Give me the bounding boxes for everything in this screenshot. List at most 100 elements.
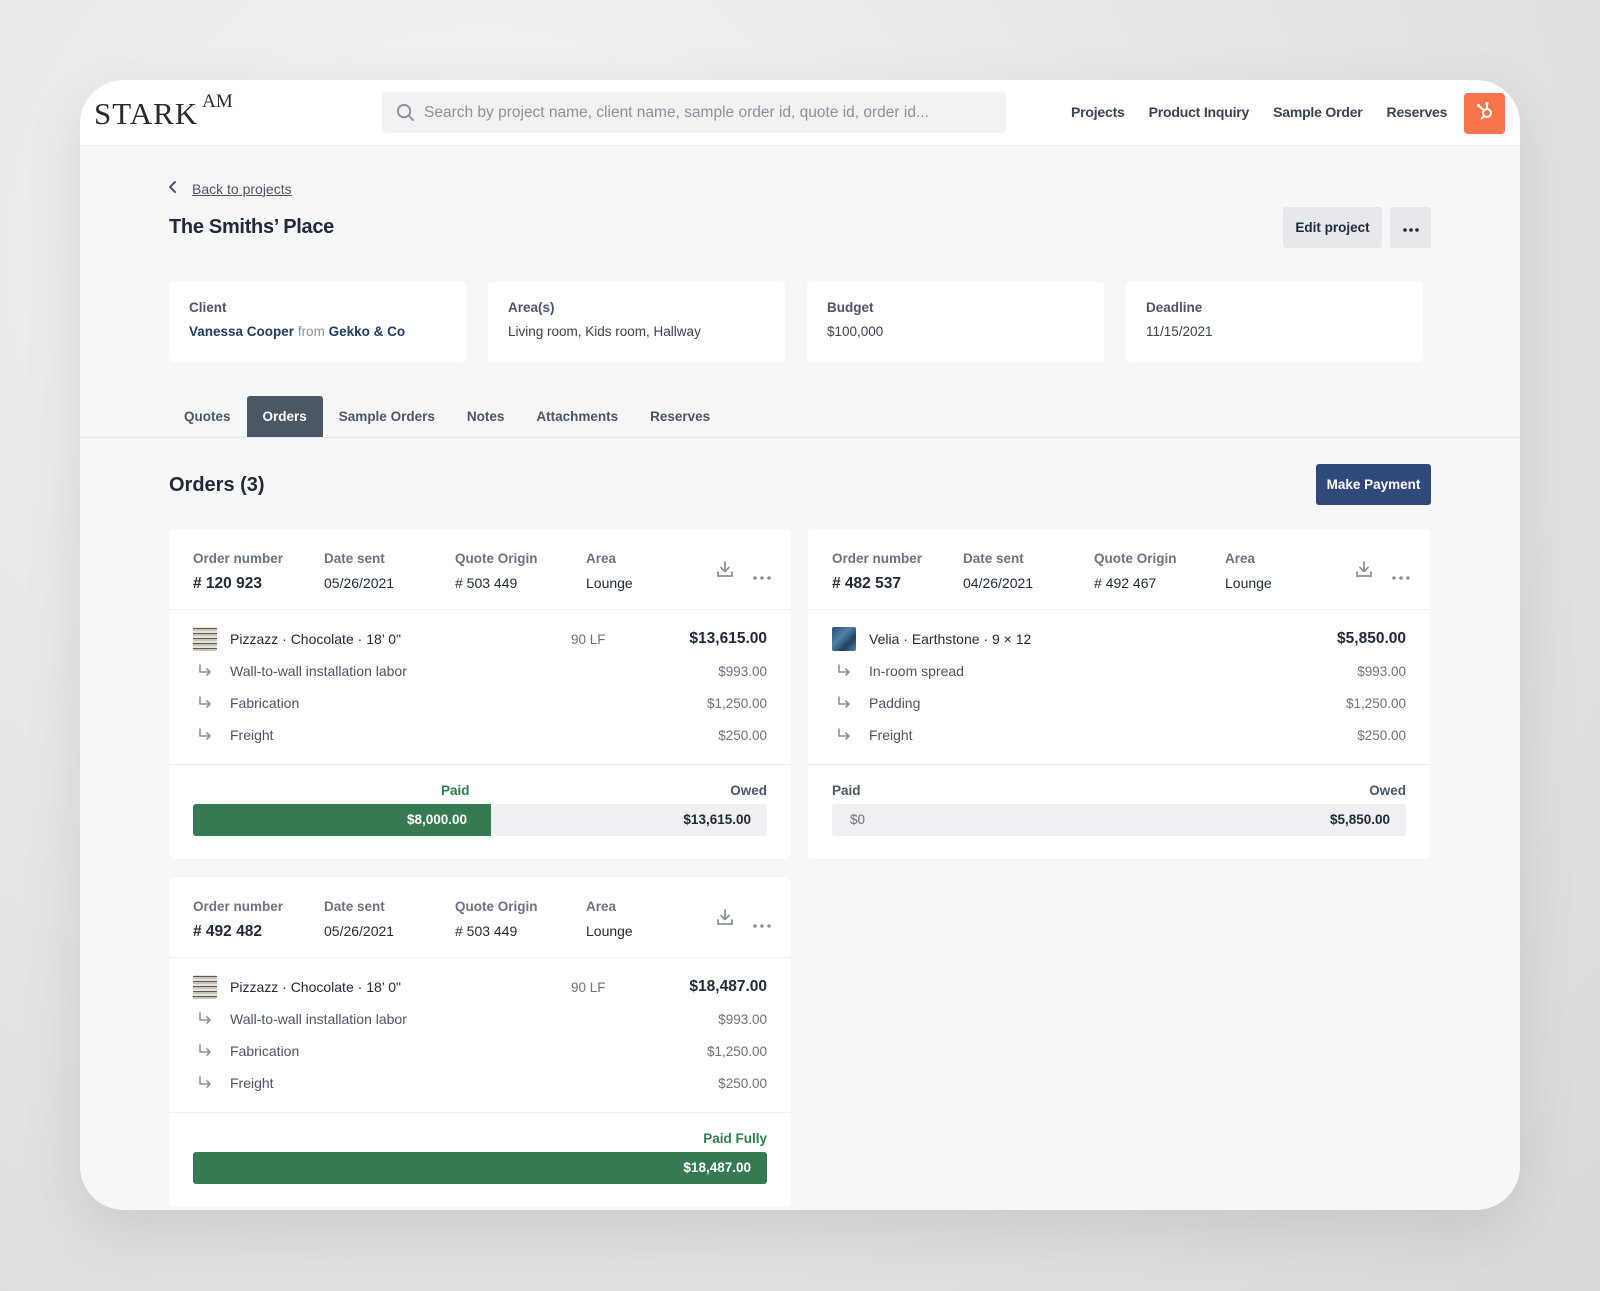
deadline-card: Deadline 11/15/2021: [1126, 282, 1423, 362]
client-from: from: [297, 324, 325, 339]
paid-label: Paid Fully: [703, 1131, 767, 1146]
search-icon: [396, 103, 415, 127]
order-header: Order number # 120 923 Date sent 05/26/2…: [169, 529, 791, 610]
area-field: Area Lounge: [1225, 551, 1272, 591]
sub-line-price: $250.00: [1357, 727, 1406, 743]
app-window: STARKAM Projects Product Inquiry Sample …: [80, 80, 1520, 1210]
chevron-left-icon: [168, 180, 178, 197]
tab-reserves[interactable]: Reserves: [634, 396, 726, 437]
tab-attachments[interactable]: Attachments: [520, 396, 634, 437]
orders-title: Orders (3): [169, 474, 265, 496]
areas-label: Area(s): [508, 300, 555, 315]
ellipsis-icon[interactable]: [753, 915, 771, 933]
payment-progress-bar: $18,487.00: [193, 1152, 767, 1184]
sub-line-price: $1,250.00: [1345, 695, 1406, 711]
product-swatch: [832, 627, 856, 651]
nav-product-inquiry[interactable]: Product Inquiry: [1149, 104, 1250, 120]
product-swatch: [193, 975, 217, 999]
budget-label: Budget: [827, 300, 874, 315]
edit-project-button[interactable]: Edit project: [1283, 207, 1382, 248]
nav-projects[interactable]: Projects: [1071, 104, 1125, 120]
area-value: Lounge: [1225, 575, 1272, 591]
quote-origin-field: Quote Origin # 503 449: [455, 899, 538, 939]
order-lines: Velia · Earthstone · 9 × 12 $5,850.00 In…: [808, 610, 1430, 765]
tab-notes[interactable]: Notes: [451, 396, 521, 437]
date-sent: 05/26/2021: [324, 923, 395, 939]
owed-amount: $5,850.00: [1329, 812, 1390, 827]
back-link[interactable]: Back to projects: [168, 180, 292, 197]
sub-item-arrow-icon: [832, 696, 856, 710]
search-bar[interactable]: [382, 92, 1006, 133]
sub-item-arrow-icon: [193, 1044, 217, 1058]
tab-sample-orders[interactable]: Sample Orders: [323, 396, 451, 437]
client-name[interactable]: Vanessa Cooper: [189, 324, 294, 339]
sub-item-arrow-icon: [193, 1012, 217, 1026]
more-options-button[interactable]: [1390, 207, 1431, 248]
paid-amount: $0: [850, 812, 866, 827]
sub-item-arrow-icon: [193, 664, 217, 678]
sub-line: Fabrication $1,250.00: [193, 1038, 767, 1064]
area-label: Area: [1225, 551, 1256, 566]
client-label: Client: [189, 300, 227, 315]
order-number-field: Order number # 120 923: [193, 551, 283, 593]
sub-line: Freight $250.00: [193, 1070, 767, 1096]
search-input[interactable]: [424, 92, 994, 133]
ellipsis-icon[interactable]: [753, 567, 771, 585]
hubspot-icon: [1475, 101, 1495, 126]
download-icon[interactable]: [716, 908, 734, 931]
order-header: Order number # 492 482 Date sent 05/26/2…: [169, 877, 791, 958]
nav-reserves[interactable]: Reserves: [1387, 104, 1448, 120]
sub-line: Padding $1,250.00: [832, 690, 1406, 716]
payment-status: Paid Owed $0 $5,850.00: [808, 765, 1430, 859]
client-card: Client Vanessa Cooper from Gekko & Co: [169, 282, 466, 362]
product-swatch: [193, 627, 217, 651]
deadline-value: 11/15/2021: [1146, 324, 1213, 339]
ellipsis-icon[interactable]: [1392, 567, 1410, 585]
payment-status: Paid Fully $18,487.00: [169, 1113, 791, 1207]
logo[interactable]: STARK AM: [94, 91, 233, 132]
quote-origin[interactable]: # 492 467: [1094, 575, 1177, 591]
nav-sample-order[interactable]: Sample Order: [1273, 104, 1363, 120]
area-value: Lounge: [586, 923, 633, 939]
payment-progress-bar: $0 $5,850.00: [832, 804, 1406, 836]
sub-line-name: Wall-to-wall installation labor: [230, 663, 407, 679]
order-number: # 492 482: [193, 923, 262, 940]
tab-orders[interactable]: Orders: [246, 396, 323, 437]
tab-quotes[interactable]: Quotes: [168, 396, 247, 437]
sub-line: In-room spread $993.00: [832, 658, 1406, 684]
quote-origin[interactable]: # 503 449: [455, 575, 538, 591]
date-sent-label: Date sent: [324, 551, 385, 566]
product-line: Velia · Earthstone · 9 × 12 $5,850.00: [832, 626, 1406, 652]
budget-card: Budget $100,000: [807, 282, 1104, 362]
order-number-label: Order number: [832, 551, 923, 566]
deadline-label: Deadline: [1146, 300, 1203, 315]
sub-line-price: $993.00: [718, 1011, 767, 1027]
date-sent-label: Date sent: [963, 551, 1024, 566]
sub-line-name: Fabrication: [230, 695, 300, 711]
product-name: Velia · Earthstone · 9 × 12: [869, 631, 1032, 647]
sub-line-price: $250.00: [718, 727, 767, 743]
sub-item-arrow-icon: [193, 1076, 217, 1090]
quote-origin-field: Quote Origin # 503 449: [455, 551, 538, 591]
product-price: $5,850.00: [1337, 630, 1406, 647]
sub-line-name: Freight: [230, 727, 274, 743]
paid-amount: $18,487.00: [683, 1160, 751, 1175]
client-company[interactable]: Gekko & Co: [329, 324, 406, 339]
download-icon[interactable]: [1355, 560, 1373, 583]
hubspot-button[interactable]: [1464, 93, 1505, 134]
download-icon[interactable]: [716, 560, 734, 583]
quote-origin[interactable]: # 503 449: [455, 923, 538, 939]
owed-label: Owed: [1369, 783, 1406, 798]
order-number-field: Order number # 492 482: [193, 899, 283, 941]
areas-value: Living room, Kids room, Hallway: [508, 324, 701, 339]
make-payment-button[interactable]: Make Payment: [1316, 464, 1431, 505]
product-price: $18,487.00: [689, 978, 767, 995]
paid-amount: $8,000.00: [407, 812, 468, 827]
sub-item-arrow-icon: [193, 728, 217, 742]
date-sent-field: Date sent 05/26/2021: [324, 899, 394, 939]
sub-line-price: $993.00: [718, 663, 767, 679]
sub-line-name: Freight: [869, 727, 913, 743]
order-header: Order number # 482 537 Date sent 04/26/2…: [808, 529, 1430, 610]
payment-status: Paid Owed $8,000.00 $13,615.00: [169, 765, 791, 859]
paid-fill: [193, 1152, 767, 1184]
